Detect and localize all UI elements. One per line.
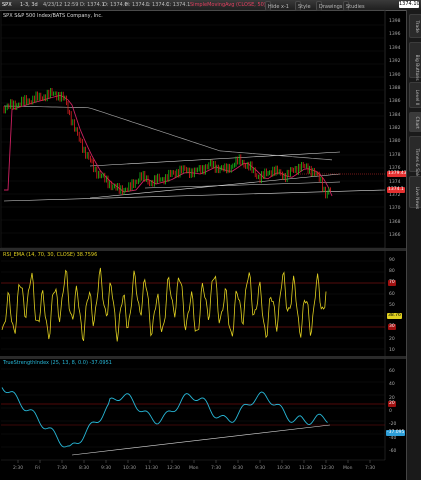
time-tick-label: Fri [35,465,40,471]
price-tick-label: 1392 [389,59,401,65]
tsi-tick-label: 0 [389,409,392,414]
current-price-tag: 1379.43 [387,171,408,177]
last-price-tag: 1374.1 [387,187,405,193]
price-tick-label: 1394 [389,45,401,51]
time-tick-label: 7:30 [365,465,375,471]
sidebar-tab-level-ii[interactable]: Level II [409,82,421,108]
price-grid [1,24,385,234]
price-tick-label: 1388 [389,85,401,91]
time-tick-label: Mon [189,465,199,471]
rsi-tick-label: 60 [389,291,395,297]
panel-divider-1[interactable] [0,248,406,251]
time-tick-label: 9:30 [101,465,111,471]
time-tick-label: 12:30 [167,465,180,471]
chart-canvas[interactable]: 2:30 Fri 7:30 8:30 9:30 10:30 11:30 12:30 Mon 7:3… [0,0,406,480]
price-tick-label: 1398 [389,19,401,24]
time-tick-label: 8:30 [79,465,89,471]
price-tick-label: 1380 [389,139,401,145]
time-tick-label: Mon [343,465,353,471]
sma-slow-line [3,105,333,161]
sidebar-tab-label: Big Buttons [414,54,419,81]
time-tick-label: 7:30 [57,465,67,471]
sidebar-tab-big-buttons[interactable]: Big Buttons [409,42,421,81]
rsi-value-tag: 38.76 [387,313,402,319]
price-tick-label: 1382 [389,126,401,131]
time-tick-label: 10:30 [277,465,290,471]
rsi-oversold-tag: 30 [388,324,396,330]
price-tick-label: 1384 [389,112,401,118]
trendline-support[interactable] [3,189,386,202]
tsi-tick-label: -60 [389,449,397,454]
tsi-value-tag: -37.095 [386,430,406,436]
time-tick-label: 9:30 [255,465,265,471]
sidebar-tab-label: Times & Sales [414,148,419,181]
rsi-tick-label: 20 [389,336,395,342]
sidebar-tab-trade[interactable]: Trade [409,14,421,38]
tsi-tick-label: -20 [389,422,397,428]
tsi-grid [1,368,385,448]
sidebar-tab-times-sales[interactable]: Times & Sales [409,136,421,181]
trendline-mid[interactable] [144,181,341,189]
panel-divider-2[interactable] [0,356,406,359]
rsi-tick-label: 80 [389,269,395,275]
sidebar-tab-chart[interactable]: Chart [409,112,421,132]
price-tick-label: 1378 [389,152,401,158]
tsi-trendline[interactable] [71,424,331,456]
tsi-tick-label: 40 [389,382,395,388]
price-tick-label: 1374 [389,179,401,185]
sidebar-tab-label: Chart [414,116,419,129]
sidebar-tab-label: Level II [414,89,419,106]
sidebar-tab-live-news[interactable]: Live News [409,176,421,210]
time-tick-label: 7:30 [211,465,221,471]
rsi-study-label[interactable]: RSI_EMA (14, 70, 30, CLOSE) 38.7596 [3,252,97,258]
right-sidebar: Trade Big Buttons Level II Chart Times & Sal… [406,10,421,480]
time-tick-label: 10:30 [123,465,136,471]
tsi-study-label[interactable]: TrueStrengthIndex (25, 13, 8, 0.0) -37.0… [3,360,112,366]
price-tick-label: 1386 [389,99,401,105]
tsi-tick-label: 20 [389,395,395,401]
time-tick-label: 12:30 [321,465,334,471]
tsi-tick-label: -40 [389,435,397,441]
price-tick-label: 1396 [389,32,401,38]
time-tick-label: 8:30 [233,465,243,471]
chart-window: SPX 1-3, 3d 4/23/12 12:59 D: 1374.1 O: 1… [0,0,421,480]
price-tick-label: 1366 [389,233,401,238]
tsi-tick-label: 60 [389,369,395,374]
price-tick-label: 1390 [389,72,401,78]
rsi-tick-label: 90 [389,258,395,263]
tsi-upper-tag: 20 [388,401,396,407]
rsi-line [1,267,327,342]
sidebar-tab-label: Live News [414,186,419,210]
time-tick-label: 2:30 [13,465,23,471]
time-tick-label: 11:30 [299,465,312,471]
rsi-tick-label: 50 [389,303,395,308]
rsi-tick-label: 10 [389,348,395,353]
time-tick-label: 11:30 [145,465,158,471]
tsi-line [1,387,328,448]
time-axis: 2:30 Fri 7:30 8:30 9:30 10:30 11:30 12:30 Mon 7:3… [13,460,375,471]
sidebar-tab-label: Trade [414,20,419,33]
rsi-overbought-tag: 70 [388,280,396,286]
price-tick-label: 1368 [389,219,401,225]
price-bars [3,88,331,199]
price-tick-label: 1372 [389,192,401,198]
price-tick-label: 1370 [389,206,401,212]
